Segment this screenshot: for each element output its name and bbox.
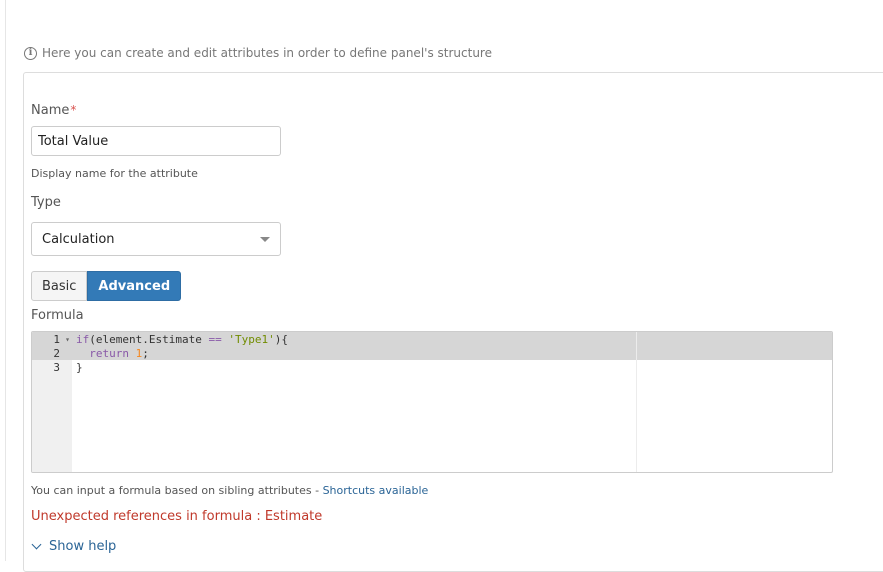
type-label: Type <box>31 195 61 210</box>
info-message: i Here you can create and edit attribute… <box>24 44 492 62</box>
chevron-down-icon <box>260 237 270 242</box>
code-keyword: if <box>76 333 90 346</box>
code-text: } <box>76 361 83 374</box>
line-numbers: 1 ▾ 2 3 <box>32 333 72 375</box>
left-border <box>5 0 6 561</box>
name-label-text: Name <box>31 103 70 118</box>
line-number: 1 ▾ <box>32 333 72 347</box>
name-hint: Display name for the attribute <box>31 167 198 180</box>
required-mark: * <box>70 103 77 117</box>
code-keyword: return <box>89 347 129 360</box>
code-operator: == <box>208 333 222 346</box>
name-label: Name* <box>31 103 76 118</box>
shortcuts-link[interactable]: Shortcuts available <box>323 484 429 497</box>
line-number: 3 <box>32 361 72 375</box>
line-number-text: 1 <box>53 333 60 346</box>
formula-error: Unexpected references in formula : Estim… <box>31 509 323 524</box>
code-line: if(element.Estimate == 'Type1'){ <box>76 333 288 347</box>
code-text: (element.Estimate <box>89 333 209 346</box>
line-number-text: 3 <box>53 361 60 374</box>
formula-label: Formula <box>31 308 84 323</box>
formula-hint-text: You can input a formula based on sibling… <box>31 484 323 497</box>
show-help-label: Show help <box>49 539 117 554</box>
formula-hint: You can input a formula based on sibling… <box>31 484 428 497</box>
line-number-text: 2 <box>53 347 60 360</box>
code-text: ){ <box>274 333 288 346</box>
code-text: ; <box>142 347 149 360</box>
code-area[interactable]: if(element.Estimate == 'Type1'){ return … <box>76 333 288 375</box>
formula-editor[interactable]: 1 ▾ 2 3 if(element.Estimate == 'Type1'){… <box>31 331 833 473</box>
code-string: 'Type1' <box>228 333 275 346</box>
editor-print-margin <box>636 332 637 472</box>
chevron-down-icon <box>31 539 42 550</box>
basic-tab-button[interactable]: Basic <box>31 271 88 301</box>
type-select[interactable]: Calculation <box>31 222 281 256</box>
code-line: } <box>76 361 288 375</box>
name-input[interactable] <box>31 126 281 156</box>
type-select-value: Calculation <box>42 231 115 247</box>
mode-toggle: Basic Advanced <box>31 271 182 301</box>
advanced-tab-button[interactable]: Advanced <box>87 271 182 301</box>
code-line: return 1; <box>76 347 288 361</box>
show-help-toggle[interactable]: Show help <box>31 539 117 554</box>
fold-arrow-icon[interactable]: ▾ <box>65 333 70 347</box>
line-number: 2 <box>32 347 72 361</box>
info-text: Here you can create and edit attributes … <box>42 46 492 60</box>
info-icon: i <box>24 46 37 60</box>
